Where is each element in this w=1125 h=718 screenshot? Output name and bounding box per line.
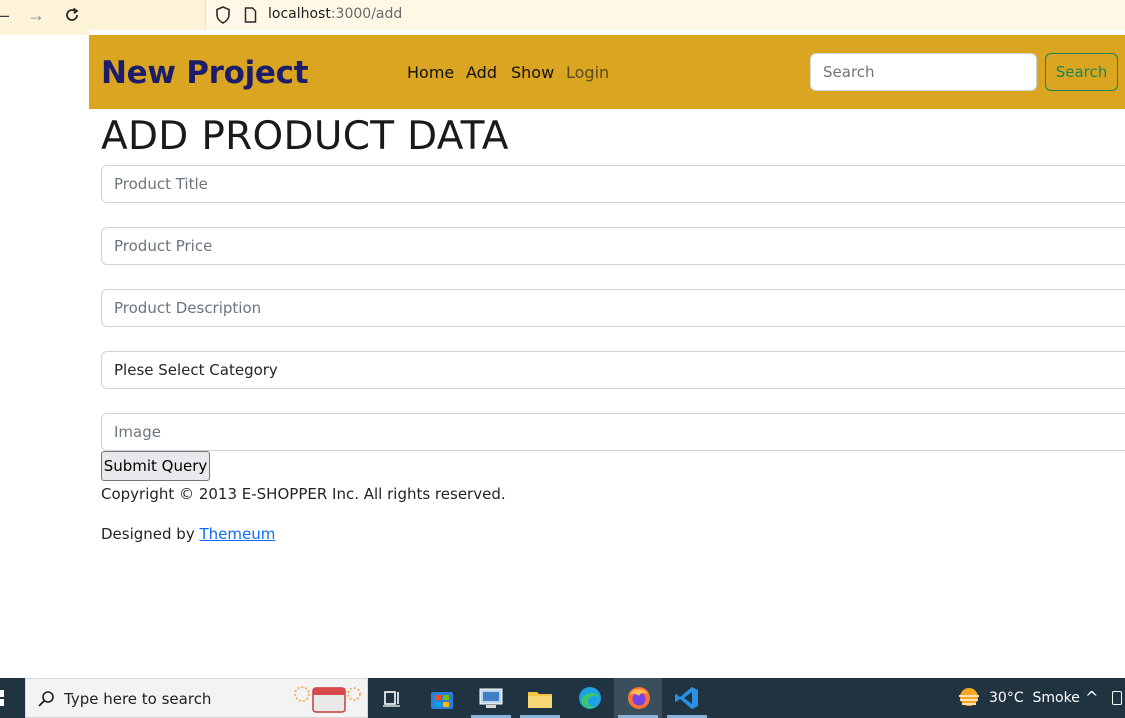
nav-link-home[interactable]: Home <box>407 63 454 82</box>
product-title-input[interactable]: Product Title <box>101 165 1125 203</box>
tray-icon[interactable] <box>1112 691 1122 705</box>
themeum-link[interactable]: Themeum <box>199 525 275 543</box>
weather-icon[interactable] <box>956 685 982 711</box>
back-icon[interactable]: – <box>0 4 16 26</box>
calendar-icon <box>294 686 361 713</box>
designed-by: Designed by Themeum <box>101 525 275 543</box>
image-input[interactable]: Image <box>101 413 1125 451</box>
weather-condition: Smoke <box>1032 690 1080 706</box>
product-price-input[interactable]: Product Price <box>101 227 1125 265</box>
start-icon[interactable] <box>0 690 10 706</box>
address-bar[interactable]: localhost:3000/add <box>205 0 1125 30</box>
file-explorer-icon[interactable] <box>525 684 555 712</box>
copyright-text: Copyright © 2013 E-SHOPPER Inc. All righ… <box>101 485 506 503</box>
vscode-icon[interactable] <box>672 684 702 712</box>
task-view-icon[interactable] <box>378 684 408 712</box>
nav-link-add[interactable]: Add <box>466 63 497 82</box>
taskbar: Type here to search 30°C Smoke ^ <box>0 678 1125 718</box>
page-title: ADD PRODUCT DATA <box>101 114 509 159</box>
submit-button[interactable]: Submit Query <box>101 451 210 481</box>
designed-prefix: Designed by <box>101 525 200 543</box>
url-path: :3000/add <box>330 6 403 22</box>
brand-title[interactable]: New Project <box>101 55 309 91</box>
edge-icon[interactable] <box>575 684 605 712</box>
chevron-up-icon[interactable]: ^ <box>1085 688 1098 707</box>
temperature: 30°C <box>989 690 1024 706</box>
taskbar-search[interactable]: Type here to search <box>25 678 368 718</box>
reload-icon[interactable] <box>60 4 84 26</box>
url-host: localhost <box>268 6 331 22</box>
forward-icon[interactable]: → <box>24 4 48 26</box>
taskbar-search-text: Type here to search <box>64 690 212 708</box>
product-description-input[interactable]: Product Description <box>101 289 1125 327</box>
remote-desktop-icon[interactable] <box>476 684 506 712</box>
shield-icon[interactable] <box>215 6 231 24</box>
search-input[interactable]: Search <box>810 53 1037 91</box>
search-button[interactable]: Search <box>1045 53 1118 91</box>
browser-toolbar: – → localhost:3000/add <box>0 0 1125 30</box>
nav-link-show[interactable]: Show <box>511 63 554 82</box>
page-icon <box>244 7 257 23</box>
nav-link-login[interactable]: Login <box>566 63 609 82</box>
search-icon <box>38 691 54 707</box>
chrome-strip <box>0 30 89 35</box>
category-select[interactable]: Plese Select Category <box>101 351 1125 389</box>
weather-text[interactable]: 30°C Smoke <box>989 690 1080 706</box>
store-icon[interactable] <box>427 684 457 712</box>
url-text[interactable]: localhost:3000/add <box>268 6 402 22</box>
navbar: New Project Home Add Show Login Search S… <box>89 35 1125 109</box>
firefox-icon[interactable] <box>624 684 654 712</box>
